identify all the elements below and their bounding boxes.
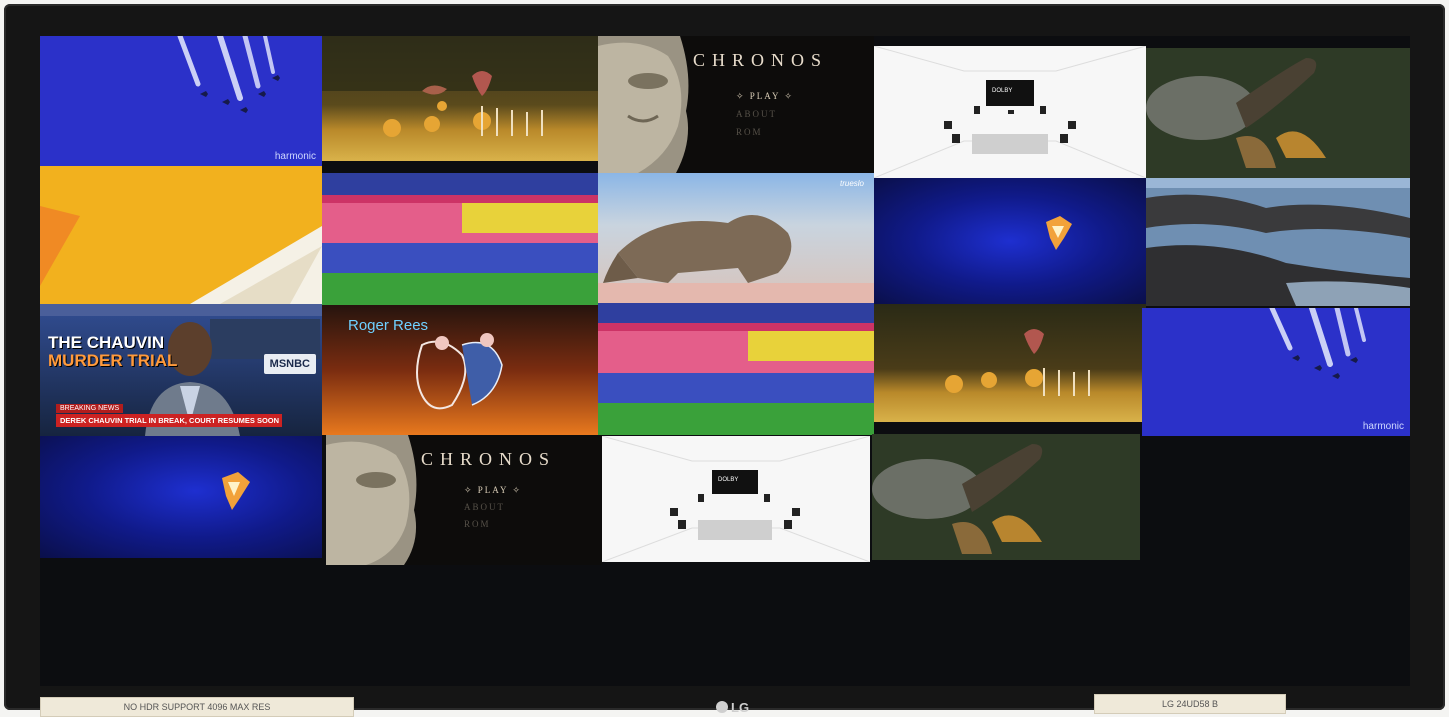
meadow-graphic — [322, 36, 598, 137]
tile-stadium-1[interactable] — [322, 173, 598, 305]
tile-harmonic-jets-2[interactable]: harmonic — [1142, 308, 1410, 436]
stadium-graphic — [322, 173, 598, 305]
chronos-play-button-2[interactable]: ✧ PLAY ✧ — [464, 485, 522, 496]
tile-news-msnbc[interactable]: THE CHAUVIN MURDER TRIAL MSNBC BREAKING … — [40, 304, 322, 436]
lg-wordmark: LG — [731, 700, 750, 715]
dolby-room-graphic — [874, 46, 1146, 178]
turtle-graphic — [1146, 48, 1410, 178]
chronos-title-2: CHRONOS — [421, 449, 557, 469]
thermal-graphic-2 — [222, 472, 250, 510]
chronos-play-button[interactable]: ✧ PLAY ✧ — [736, 91, 794, 102]
tile-chronos-2[interactable]: CHRONOS ✧ PLAY ✧ ABOUT ROM — [326, 435, 602, 565]
news-headline-line2: MURDER TRIAL — [48, 351, 178, 370]
tile-turtle-2[interactable] — [872, 434, 1140, 560]
tile-thermal-2[interactable] — [40, 436, 322, 558]
chronos-rom-button[interactable]: ROM — [736, 127, 763, 137]
trueslo-logo: trueslo — [839, 179, 864, 188]
news-ticker: DEREK CHAUVIN TRIAL IN BREAK, COURT RESU… — [56, 414, 282, 427]
monitor-screen: harmonic CHRONOS ✧ PLAY ✧ ABOUT ROM DOLB… — [40, 36, 1410, 686]
thermal-graphic — [1046, 216, 1072, 250]
chronos-about-button-2[interactable]: ABOUT — [464, 502, 505, 512]
sticker-model: LG 24UD58 B — [1094, 694, 1286, 714]
chronos-about-button[interactable]: ABOUT — [736, 109, 777, 119]
dolby-logo-2: DOLBY — [718, 477, 739, 483]
tile-turtle-1[interactable] — [1146, 48, 1410, 178]
news-headline-line1: THE CHAUVIN — [48, 333, 165, 352]
lg-logo: LG — [716, 700, 749, 715]
breaking-news-badge: BREAKING NEWS — [56, 404, 124, 413]
coastline-graphic — [1146, 178, 1410, 306]
tile-roger-rees[interactable]: Roger Rees — [322, 305, 598, 435]
roger-rees-title: Roger Rees — [348, 317, 429, 334]
tile-stadium-2[interactable] — [598, 303, 874, 435]
tile-yellow-abstract[interactable] — [40, 166, 322, 304]
jets-graphic-2 — [1269, 308, 1366, 379]
tile-chronos-1[interactable]: CHRONOS ✧ PLAY ✧ ABOUT ROM — [598, 36, 874, 173]
dolby-logo: DOLBY — [992, 88, 1013, 94]
turtle-graphic-2 — [872, 434, 1140, 560]
msnbc-logo: MSNBC — [263, 354, 316, 374]
tile-harmonic-jets[interactable]: harmonic — [40, 36, 322, 166]
lg-circle-icon — [716, 701, 728, 713]
harmonic-logo-2: harmonic — [1362, 421, 1404, 432]
chronos-title: CHRONOS — [693, 50, 829, 70]
meadow-graphic-2 — [945, 329, 1090, 396]
sticker-no-hdr: NO HDR SUPPORT 4096 MAX RES — [40, 697, 354, 717]
jets-graphic — [177, 36, 280, 113]
komodo-graphic — [598, 215, 874, 303]
yellow-abstract-graphic — [40, 206, 322, 304]
tile-dolby-room-1[interactable]: DOLBY — [874, 46, 1146, 178]
tile-thermal-1[interactable] — [874, 178, 1146, 304]
monitor-bezel: harmonic CHRONOS ✧ PLAY ✧ ABOUT ROM DOLB… — [4, 4, 1445, 717]
tile-coastline[interactable] — [1146, 178, 1410, 306]
chronos-rom-button-2[interactable]: ROM — [464, 519, 491, 529]
tile-meadow-2[interactable] — [874, 304, 1146, 422]
stadium-graphic-2 — [598, 303, 874, 435]
tile-dolby-room-2[interactable]: DOLBY — [602, 436, 870, 562]
dolby-room-graphic-2 — [602, 436, 870, 562]
news-headline: THE CHAUVIN MURDER TRIAL — [48, 334, 177, 370]
harmonic-logo: harmonic — [274, 151, 316, 162]
tile-meadow-1[interactable] — [322, 36, 598, 161]
tile-komodo[interactable]: trueslo — [598, 173, 874, 303]
